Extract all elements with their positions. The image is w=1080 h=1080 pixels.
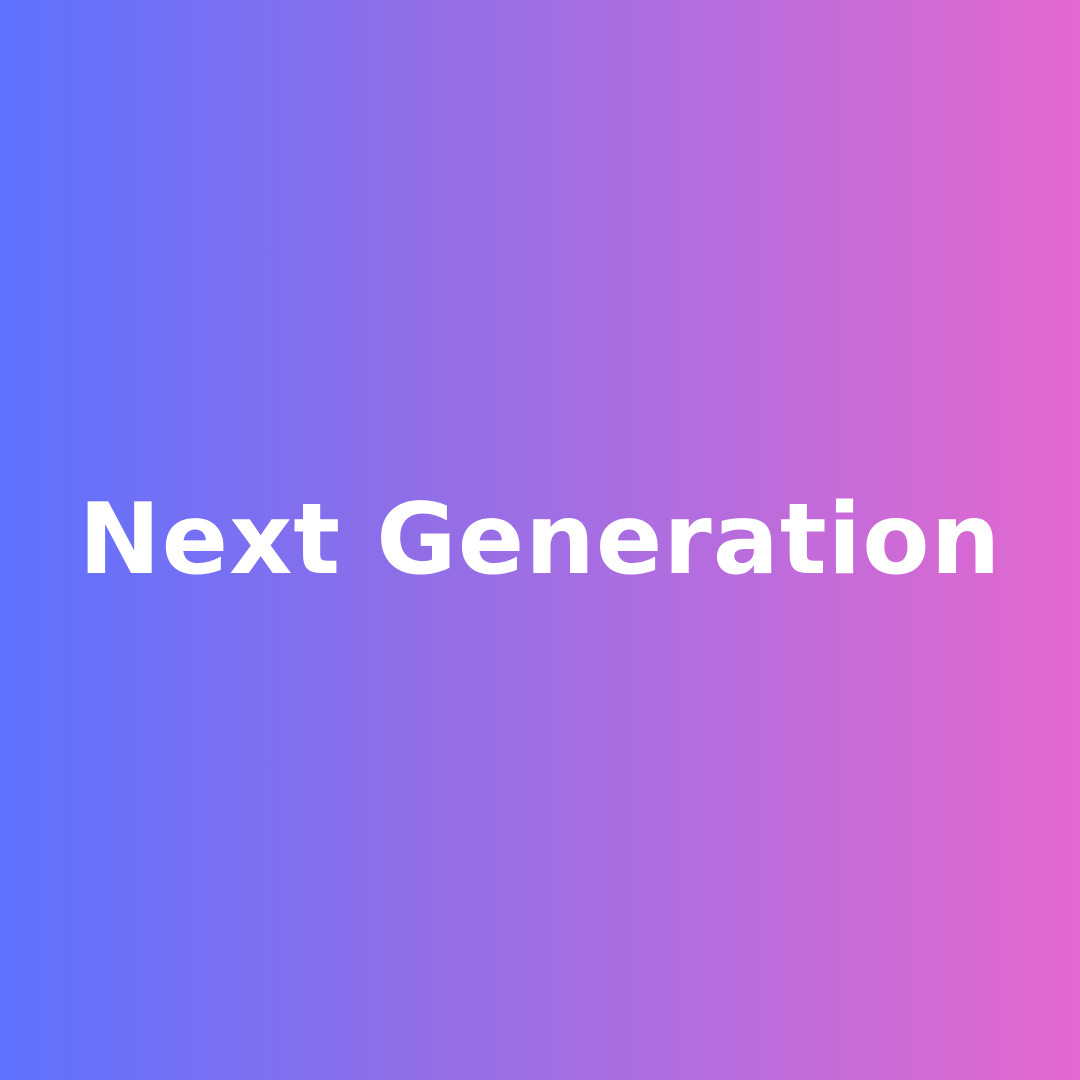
gradient-background: Next Generation xyxy=(0,0,1080,1080)
headline-text: Next Generation xyxy=(78,483,1002,597)
